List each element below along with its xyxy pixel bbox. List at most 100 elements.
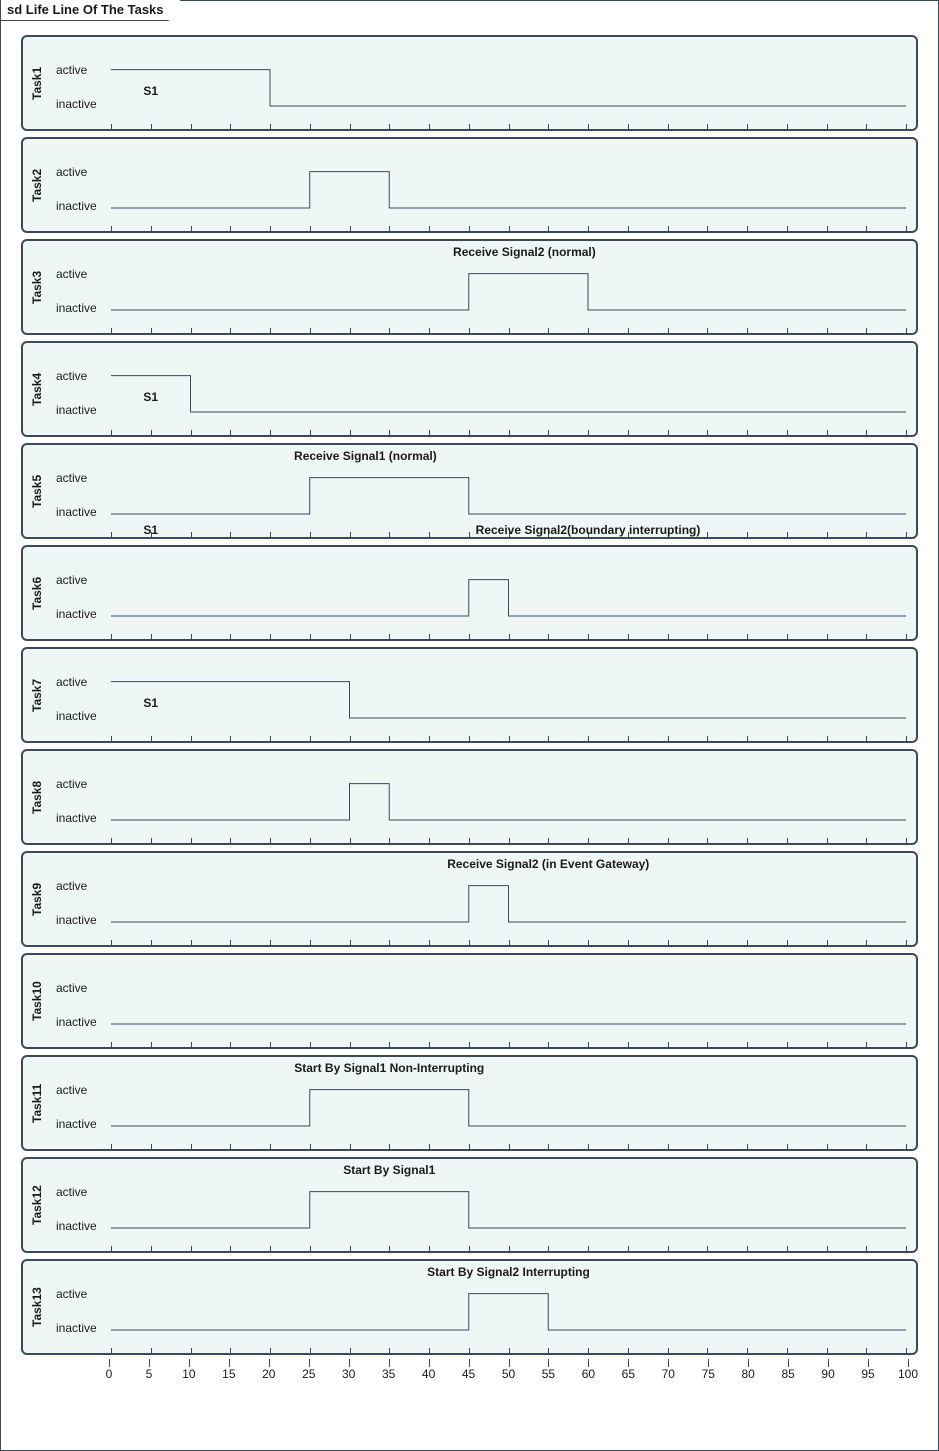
tick bbox=[866, 736, 867, 743]
tick bbox=[588, 1144, 589, 1151]
state-inactive-label: inactive bbox=[56, 403, 97, 417]
ruler-tick bbox=[149, 1359, 150, 1367]
tick bbox=[509, 634, 510, 641]
tick bbox=[628, 430, 629, 437]
tick bbox=[747, 124, 748, 131]
ruler-tick bbox=[109, 1359, 110, 1367]
tick bbox=[668, 940, 669, 947]
tick bbox=[469, 124, 470, 131]
tick bbox=[906, 532, 907, 539]
track-task12: Task12activeinactiveStart By Signal1 bbox=[21, 1157, 918, 1253]
tick bbox=[230, 430, 231, 437]
tick bbox=[787, 838, 788, 845]
tick bbox=[707, 1144, 708, 1151]
track-label: Task13 bbox=[23, 1261, 51, 1353]
tick bbox=[628, 1042, 629, 1049]
ruler-label: 50 bbox=[502, 1367, 515, 1381]
ruler-tick bbox=[349, 1359, 350, 1367]
tick bbox=[429, 940, 430, 947]
track-task2: Task2activeinactive bbox=[21, 137, 918, 233]
annotation: Receive Signal1 (normal) bbox=[294, 449, 437, 463]
tick bbox=[310, 634, 311, 641]
ruler-label: 65 bbox=[622, 1367, 635, 1381]
tick bbox=[588, 124, 589, 131]
tick bbox=[509, 124, 510, 131]
tick bbox=[747, 226, 748, 233]
tick bbox=[429, 532, 430, 539]
ruler-label: 5 bbox=[146, 1367, 153, 1381]
tick bbox=[429, 634, 430, 641]
tick bbox=[509, 736, 510, 743]
tick bbox=[866, 1348, 867, 1355]
tick bbox=[747, 328, 748, 335]
y-state-labels: activeinactive bbox=[51, 1159, 111, 1251]
tick bbox=[350, 1246, 351, 1253]
annotation: Start By Signal2 Interrupting bbox=[427, 1265, 590, 1279]
tick bbox=[906, 736, 907, 743]
tick bbox=[548, 226, 549, 233]
track-plot: activeinactiveStart By Signal1 Non-Inter… bbox=[51, 1057, 916, 1149]
tick bbox=[747, 430, 748, 437]
track-ticks bbox=[111, 327, 906, 335]
tick bbox=[469, 940, 470, 947]
track-plot: active inactive Start By Signal2 Interrupt… bbox=[51, 1261, 916, 1353]
waveform-path bbox=[111, 376, 906, 412]
tick bbox=[628, 940, 629, 947]
tick bbox=[509, 1246, 510, 1253]
ruler-label: 15 bbox=[222, 1367, 235, 1381]
track-plot: activeinactive bbox=[51, 751, 916, 843]
track-plot: activeinactiveReceive Signal1 (normal)S1… bbox=[51, 445, 916, 537]
ruler-tick bbox=[708, 1359, 709, 1367]
axis-area: Start By Signal1 bbox=[111, 1159, 906, 1251]
annotation: Receive Signal2 (in Event Gateway) bbox=[447, 857, 649, 871]
tick bbox=[310, 1042, 311, 1049]
tick bbox=[707, 430, 708, 437]
tick bbox=[747, 532, 748, 539]
state-inactive-label: inactive bbox=[56, 1321, 97, 1335]
tick bbox=[668, 1144, 669, 1151]
tick bbox=[111, 430, 112, 437]
tick bbox=[270, 1144, 271, 1151]
tick bbox=[151, 634, 152, 641]
annotation: Start By Signal1 bbox=[343, 1163, 435, 1177]
ruler-tick bbox=[229, 1359, 230, 1367]
track-ticks bbox=[111, 633, 906, 641]
tick bbox=[111, 838, 112, 845]
tick bbox=[628, 1348, 629, 1355]
waveform bbox=[111, 1159, 906, 1251]
waveform bbox=[111, 37, 906, 129]
y-state-labels: activeinactive bbox=[51, 853, 111, 945]
tick bbox=[827, 226, 828, 233]
tick bbox=[310, 940, 311, 947]
ruler-label: 30 bbox=[342, 1367, 355, 1381]
y-state-labels: activeinactive bbox=[51, 445, 111, 537]
tick bbox=[350, 634, 351, 641]
waveform bbox=[111, 955, 906, 1047]
ruler-label: 90 bbox=[821, 1367, 834, 1381]
state-inactive-label: inactive bbox=[56, 1015, 97, 1029]
tick bbox=[707, 1042, 708, 1049]
state-active-label: active bbox=[56, 1287, 87, 1301]
state-inactive-label: inactive bbox=[56, 1219, 97, 1233]
state-inactive-label: inactive bbox=[56, 709, 97, 723]
state-active-label: active bbox=[56, 267, 87, 281]
ruler-label: 20 bbox=[262, 1367, 275, 1381]
annotation: S1 bbox=[143, 84, 158, 98]
axis-area bbox=[111, 547, 906, 639]
tick bbox=[469, 430, 470, 437]
tick bbox=[310, 736, 311, 743]
tick bbox=[151, 736, 152, 743]
tick bbox=[270, 430, 271, 437]
ruler-tick bbox=[908, 1359, 909, 1367]
tick bbox=[509, 940, 510, 947]
axis-area: S1 bbox=[111, 343, 906, 435]
tick bbox=[866, 124, 867, 131]
tick bbox=[310, 1144, 311, 1151]
tick bbox=[111, 328, 112, 335]
ruler-tick bbox=[548, 1359, 549, 1367]
ruler-label: 60 bbox=[582, 1367, 595, 1381]
tick bbox=[787, 1042, 788, 1049]
tick bbox=[787, 1246, 788, 1253]
tick bbox=[827, 328, 828, 335]
tick bbox=[906, 1144, 907, 1151]
